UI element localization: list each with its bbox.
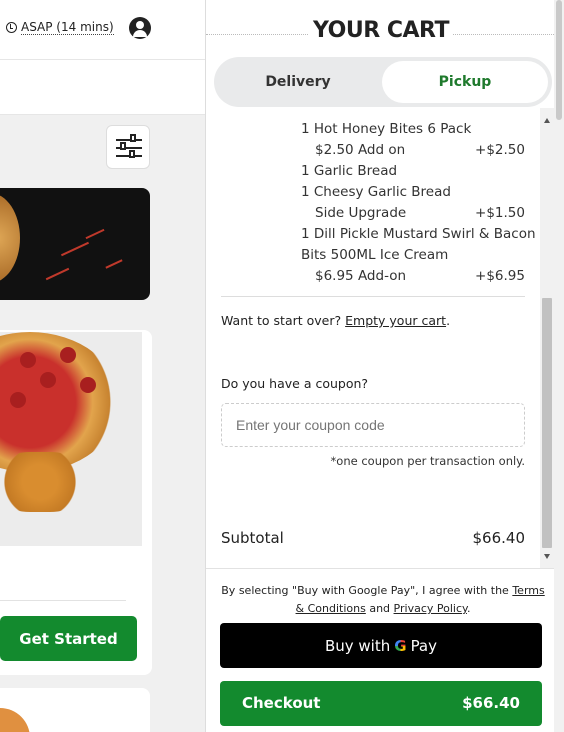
page: ASAP (14 mins) Get Started YOUR CART Del… [0,0,564,732]
google-g-icon: G [394,636,407,655]
cart-item-price: +$6.95 [475,268,525,284]
menu-background: ASAP (14 mins) Get Started [0,0,205,732]
cart-item-price: +$2.50 [475,142,525,158]
cart-panel: YOUR CART Delivery Pickup 1 Hot Honey Bi… [205,0,564,732]
scroll-up-icon[interactable] [544,118,550,123]
cart-item-line: Side Upgrade [315,205,407,221]
account-icon[interactable] [129,17,151,39]
coupon-input[interactable] [221,403,525,447]
cart-scrollbar[interactable] [540,108,554,568]
privacy-policy-link[interactable]: Privacy Policy [394,602,467,615]
subtotal-label: Subtotal [221,529,284,547]
subtotal-value: $66.40 [472,529,526,547]
top-bar: ASAP (14 mins) [0,0,205,60]
asap-time-selector[interactable]: ASAP (14 mins) [6,20,114,35]
pizza-image [0,332,142,546]
cart-item-line: 1 Cheesy Garlic Bread [301,184,451,200]
coupon-label: Do you have a coupon? [221,376,369,391]
cart-item-line: 1 Garlic Bread [301,163,398,179]
promo-card-2 [0,688,150,732]
divider [0,600,126,601]
slider-icon [129,150,135,158]
cart-item-line: 1 Dill Pickle Mustard Swirl & Bacon [301,226,536,242]
get-started-button[interactable]: Get Started [0,616,137,661]
clock-icon [6,22,17,33]
asap-label: ASAP (14 mins) [21,20,114,35]
slider-icon [130,134,136,142]
cart-item-line: 1 Hot Honey Bites 6 Pack [301,121,472,137]
slider-icon [120,142,126,150]
cart-title: YOUR CART [206,18,556,43]
scroll-down-icon[interactable] [544,554,550,559]
page-scrollbar[interactable] [554,0,564,732]
cart-item-line: $6.95 Add-on [315,268,407,284]
buy-with-google-pay-button[interactable]: Buy with G Pay [220,623,542,668]
empty-cart-link[interactable]: Empty your cart [345,313,446,328]
checkout-amount: $66.40 [462,694,520,712]
items-divider [221,296,525,297]
checkout-button[interactable]: Checkout $66.40 [220,681,542,726]
start-over-text: Want to start over? Empty your cart. [221,313,451,328]
coupon-note: *one coupon per transaction only. [330,454,525,468]
cart-item-line: $2.50 Add on [315,142,406,158]
cart-items-scroll[interactable]: 1 Hot Honey Bites 6 Pack $2.50 Add on +$2.… [206,108,541,568]
cart-footer: By selecting "Buy with Google Pay", I ag… [206,568,556,732]
checkout-label: Checkout [242,694,321,712]
promo-banner-image[interactable] [0,188,150,300]
tab-delivery[interactable]: Delivery [214,57,382,107]
page-scroll-thumb[interactable] [556,0,562,120]
cart-item-line: Bits 500ML Ice Cream [301,247,449,263]
secondary-bar [0,60,205,115]
order-type-toggle: Delivery Pickup [214,57,552,107]
filter-button[interactable] [106,125,150,169]
gpay-legal-text: By selecting "Buy with Google Pay", I ag… [221,584,545,615]
cart-item-price: +$1.50 [475,205,525,221]
scroll-thumb[interactable] [542,298,552,548]
tab-pickup[interactable]: Pickup [382,61,548,103]
